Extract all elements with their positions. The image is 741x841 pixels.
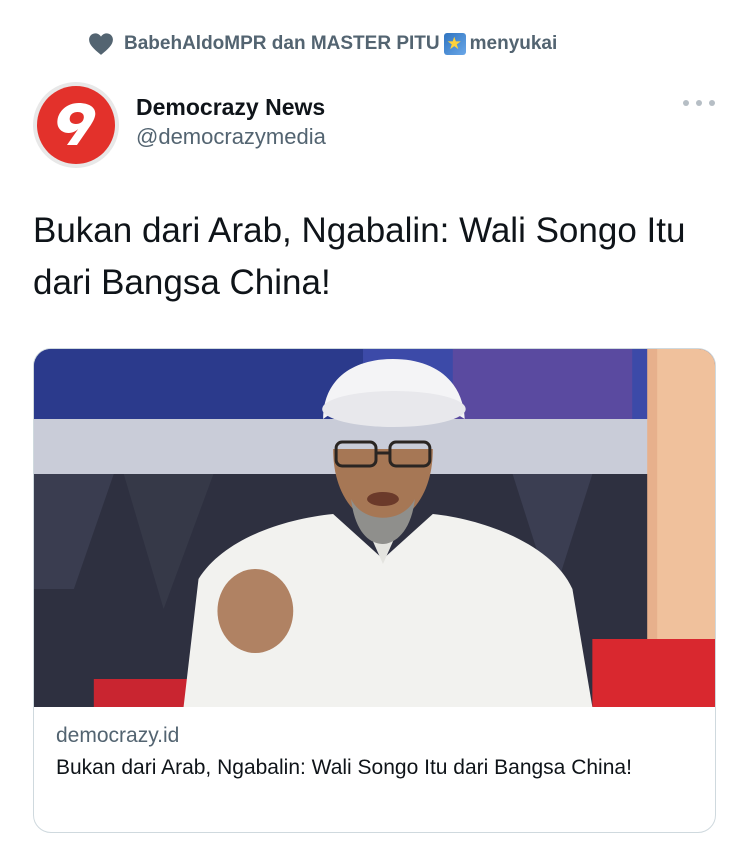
heart-icon bbox=[89, 33, 113, 55]
shooting-star-emoji bbox=[443, 32, 466, 55]
link-card-title: Bukan dari Arab, Ngabalin: Wali Songo It… bbox=[56, 756, 632, 779]
tweet-author[interactable]: Democrazy News @democrazymedia bbox=[33, 82, 326, 168]
tweet-text: Bukan dari Arab, Ngabalin: Wali Songo It… bbox=[33, 211, 686, 302]
link-card[interactable]: democrazy.id Bukan dari Arab, Ngabalin: … bbox=[33, 348, 716, 833]
link-card-domain: democrazy.id bbox=[56, 724, 180, 747]
avatar[interactable] bbox=[33, 82, 119, 168]
author-display-name[interactable]: Democrazy News bbox=[136, 92, 326, 122]
likers-text[interactable]: BabehAldoMPR dan MASTER PITU bbox=[124, 33, 440, 54]
more-options-icon[interactable] bbox=[683, 96, 715, 110]
social-context[interactable]: BabehAldoMPR dan MASTER PITU menyukai bbox=[88, 32, 557, 56]
author-handle[interactable]: @democrazymedia bbox=[136, 122, 326, 152]
liked-verb: menyukai bbox=[469, 33, 558, 54]
democrazy-logo-icon bbox=[57, 103, 96, 145]
link-card-image[interactable] bbox=[34, 349, 715, 707]
